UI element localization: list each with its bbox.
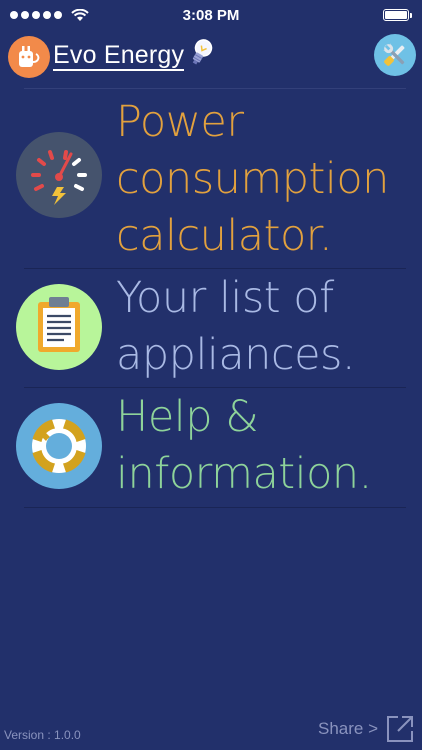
menu-label-line: Your list of (116, 273, 334, 323)
menu-label-help: Help & information. (116, 389, 372, 503)
share-button[interactable]: Share > (318, 714, 414, 744)
share-external-icon (387, 716, 414, 742)
version-label: Version : 1.0.0 (4, 728, 81, 742)
app-header: Evo Energy (0, 30, 422, 88)
menu-divider (24, 387, 406, 388)
menu-label-line: information. (116, 449, 372, 499)
menu-label-line: Power (116, 97, 244, 147)
menu-item-appliances[interactable]: Your list of appliances. (0, 270, 422, 387)
menu-divider (24, 268, 406, 269)
speedometer-icon (16, 132, 102, 218)
menu-label-calculator: Power consumption calculator. (116, 94, 389, 265)
app-title: Evo Energy (53, 41, 185, 71)
header-divider (24, 88, 406, 89)
wifi-icon (71, 8, 89, 21)
status-bar: 3:08 PM (0, 0, 422, 30)
menu-label-line: Help & (116, 392, 259, 442)
menu-label-line: appliances. (116, 330, 356, 380)
signal-strength-icon (10, 8, 89, 22)
lifebuoy-icon (16, 403, 102, 489)
menu-item-help[interactable]: Help & information. (0, 389, 422, 507)
menu-divider (24, 507, 406, 508)
share-label: Share > (318, 719, 379, 738)
clipboard-icon (16, 284, 102, 370)
menu-label-appliances: Your list of appliances. (116, 270, 356, 384)
wrench-screwdriver-icon (382, 42, 405, 66)
app-logo-plug-icon (8, 36, 50, 78)
lightbulb-icon (192, 39, 213, 65)
battery-icon (383, 9, 412, 21)
menu-label-line: consumption (116, 154, 389, 204)
menu-item-calculator[interactable]: Power consumption calculator. (0, 90, 422, 268)
menu-label-line: calculator. (116, 211, 333, 261)
settings-tools-button[interactable] (374, 34, 416, 76)
